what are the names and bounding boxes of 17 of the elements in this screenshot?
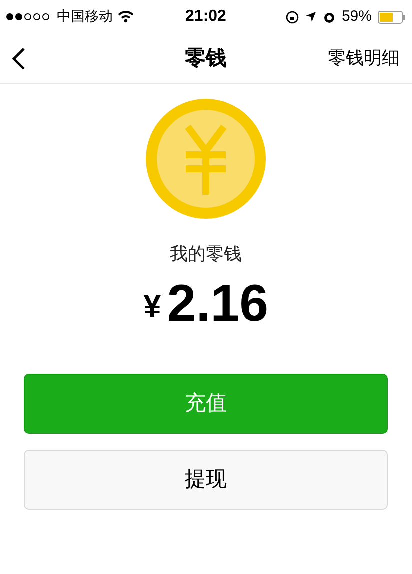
currency-symbol: ¥ (143, 287, 162, 326)
withdraw-button[interactable]: 提现 (24, 450, 388, 510)
signal-strength-icon (6, 13, 52, 21)
balance-amount: 2.16 (167, 274, 268, 334)
clock-time: 21:02 (184, 7, 228, 27)
carrier-name: 中国移动 (57, 8, 113, 26)
alarm-clock-icon (322, 10, 336, 24)
rotation-lock-icon (286, 10, 299, 24)
coin-icon (146, 99, 266, 219)
page-title: 零钱 (185, 44, 227, 72)
battery-percentage: 59% (342, 6, 372, 27)
details-link[interactable]: 零钱明细 (328, 45, 400, 72)
battery-icon (378, 10, 406, 24)
balance-label: 我的零钱 (170, 243, 242, 267)
location-arrow-icon (304, 11, 317, 23)
wifi-icon (118, 11, 134, 23)
back-icon[interactable] (12, 46, 26, 70)
